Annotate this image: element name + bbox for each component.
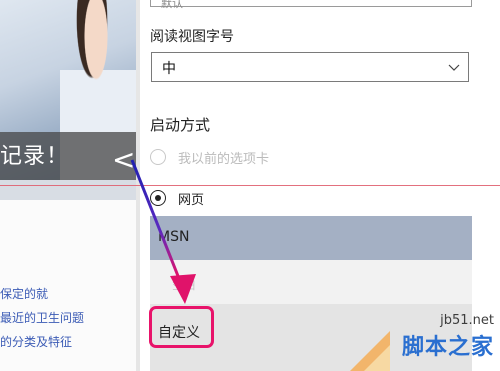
top-select-value: 默认 bbox=[161, 0, 183, 10]
watermark-url: jb51.net bbox=[440, 313, 494, 328]
radio-circle bbox=[150, 149, 166, 165]
reading-view-font-select[interactable]: 中 bbox=[151, 52, 469, 82]
hero-strip bbox=[0, 180, 140, 200]
radio-label: 网页 bbox=[178, 192, 205, 208]
dropdown-item-msn[interactable]: MSN bbox=[150, 216, 472, 260]
watermark-brand: 脚本之家 bbox=[401, 335, 494, 360]
custom-highlight-box bbox=[149, 306, 214, 348]
site-watermark: jb51.net 脚本之家 bbox=[350, 311, 500, 371]
reading-view-font-label: 阅读视图字号 bbox=[150, 29, 234, 45]
radio-webpage[interactable]: 网页 bbox=[150, 187, 204, 209]
background-link[interactable]: 最近的卫生问题 bbox=[0, 306, 136, 330]
radio-previous-tabs[interactable]: 我以前的选项卡 bbox=[150, 146, 269, 168]
top-select-partial[interactable]: 默认 bbox=[150, 0, 472, 10]
radio-circle-checked bbox=[150, 190, 166, 206]
dropdown-item-blank[interactable]: 空白 bbox=[150, 260, 472, 304]
background-link[interactable]: 保定的就 bbox=[0, 282, 136, 306]
annotation-line bbox=[0, 185, 500, 186]
hero-caption-text: 记录！ bbox=[0, 144, 70, 169]
watermark-logo-icon bbox=[350, 331, 390, 371]
dropdown-item-label: 空白 bbox=[172, 278, 197, 292]
radio-label: 我以前的选项卡 bbox=[178, 151, 270, 167]
chevron-down-icon bbox=[448, 64, 460, 71]
background-link[interactable]: 的分类及特征 bbox=[0, 330, 136, 354]
background-link-list: 保定的就 最近的卫生问题 的分类及特征 bbox=[0, 282, 136, 354]
startup-label: 启动方式 bbox=[150, 116, 211, 134]
carousel-prev-button[interactable]: < bbox=[112, 146, 135, 174]
reading-view-font-value: 中 bbox=[162, 61, 176, 77]
dropdown-item-label: MSN bbox=[158, 229, 190, 245]
